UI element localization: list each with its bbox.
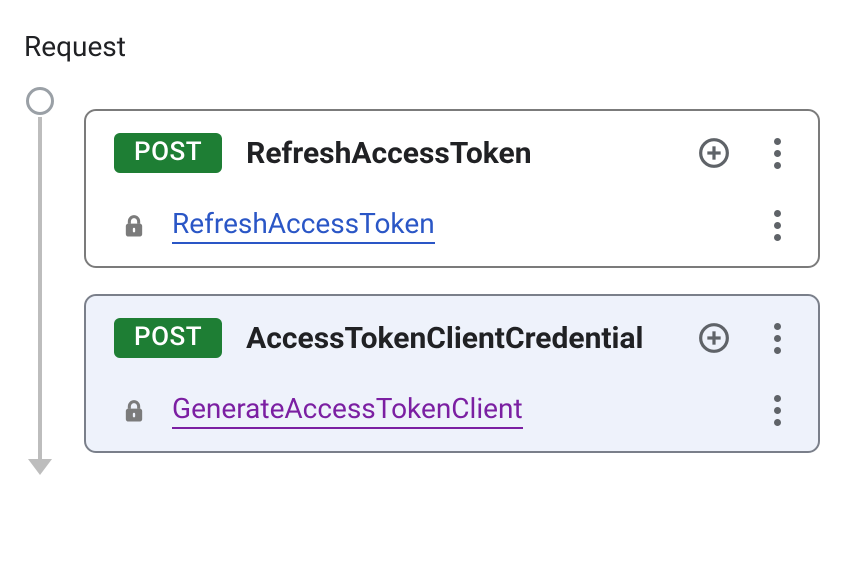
flow-arrow-icon [28,459,52,475]
flow-start-node [26,87,54,115]
policy-link[interactable]: RefreshAccessToken [172,207,435,244]
method-badge: POST [114,318,222,358]
plus-circle-icon [698,322,730,354]
flow-step-card[interactable]: POST RefreshAccessToken [84,109,820,268]
policy-row: GenerateAccessTokenClient [114,392,790,429]
lock-icon [120,397,148,425]
step-title: RefreshAccessToken [246,136,674,171]
lock-icon [120,212,148,240]
card-header: POST AccessTokenClientCredential [114,318,790,358]
flow-timeline [24,85,56,477]
flow-line [38,117,42,461]
policy-more-options-button[interactable] [764,208,790,244]
flow-area: POST RefreshAccessToken [24,85,820,477]
policy-more-options-button[interactable] [764,393,790,429]
policy-row: RefreshAccessToken [114,207,790,244]
cards-list: POST RefreshAccessToken [56,85,820,477]
step-title: AccessTokenClientCredential [246,321,674,356]
more-options-button[interactable] [764,320,790,356]
method-badge: POST [114,133,222,173]
plus-circle-icon [698,137,730,169]
page-title: Request [24,30,820,63]
add-button[interactable] [698,322,730,354]
card-header: POST RefreshAccessToken [114,133,790,173]
flow-step-card[interactable]: POST AccessTokenClientCredential [84,294,820,453]
more-options-button[interactable] [764,135,790,171]
add-button[interactable] [698,137,730,169]
policy-link[interactable]: GenerateAccessTokenClient [172,392,523,429]
